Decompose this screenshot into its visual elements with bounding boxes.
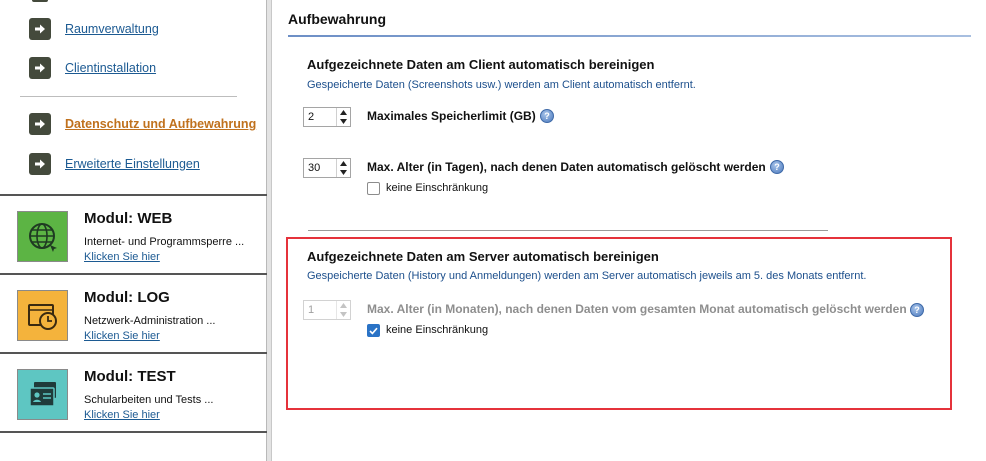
decrement-button[interactable] bbox=[337, 117, 350, 126]
server-no-limit-checkbox[interactable] bbox=[367, 324, 380, 337]
arrow-right-icon bbox=[29, 18, 51, 40]
sidebar-item-label[interactable]: Erweiterte Einstellungen bbox=[65, 157, 200, 171]
client-max-age-value[interactable]: 30 bbox=[304, 159, 336, 177]
title-underline bbox=[288, 35, 971, 37]
main-content: Aufbewahrung Aufgezeichnete Daten am Cli… bbox=[272, 0, 986, 461]
increment-button[interactable] bbox=[337, 301, 350, 310]
module-test: Modul: TEST Schularbeiten und Tests ... … bbox=[0, 354, 267, 428]
arrow-right-icon bbox=[29, 57, 51, 79]
arrow-right-icon bbox=[29, 153, 51, 175]
module-log: Modul: LOG Netzwerk-Administration ... K… bbox=[0, 275, 267, 349]
sidebar-item-datenschutz[interactable]: Datenschutz und Aufbewahrung bbox=[29, 113, 256, 135]
server-section-heading: Aufgezeichnete Daten am Server automatis… bbox=[307, 249, 659, 264]
module-description: Netzwerk-Administration ... bbox=[84, 315, 216, 327]
increment-button[interactable] bbox=[337, 159, 350, 168]
server-max-age-label: Max. Alter (in Monaten), nach denen Date… bbox=[367, 302, 907, 316]
module-title: Modul: TEST bbox=[84, 368, 176, 385]
help-icon[interactable]: ? bbox=[910, 303, 924, 317]
decrement-button[interactable] bbox=[337, 310, 350, 319]
storage-limit-label: Maximales Speicherlimit (GB) bbox=[367, 109, 536, 123]
nav-divider bbox=[20, 96, 237, 97]
module-title: Modul: WEB bbox=[84, 210, 173, 227]
storage-limit-value[interactable]: 2 bbox=[304, 108, 336, 126]
divider bbox=[0, 431, 267, 433]
help-icon[interactable]: ? bbox=[540, 109, 554, 123]
decrement-button[interactable] bbox=[337, 168, 350, 177]
sidebar-item-label[interactable]: Clientinstallation bbox=[65, 61, 156, 75]
module-title: Modul: LOG bbox=[84, 289, 170, 306]
sidebar: Raumverwaltung Clientinstallation Datens… bbox=[0, 0, 267, 461]
client-no-limit-label: keine Einschränkung bbox=[386, 182, 489, 194]
client-section-description: Gespeicherte Daten (Screenshots usw.) we… bbox=[307, 79, 696, 91]
page-title: Aufbewahrung bbox=[288, 11, 386, 27]
sidebar-item-clientinstallation[interactable]: Clientinstallation bbox=[29, 57, 156, 79]
id-card-icon bbox=[17, 369, 68, 420]
sidebar-item-erweiterte-einstellungen[interactable]: Erweiterte Einstellungen bbox=[29, 153, 200, 175]
sidebar-item-label[interactable]: Datenschutz und Aufbewahrung bbox=[65, 117, 256, 131]
module-description: Internet- und Programmsperre ... bbox=[84, 236, 245, 248]
module-link[interactable]: Klicken Sie hier bbox=[84, 330, 160, 342]
module-link[interactable]: Klicken Sie hier bbox=[84, 251, 160, 263]
client-section-heading: Aufgezeichnete Daten am Client automatis… bbox=[307, 57, 655, 72]
module-description: Schularbeiten und Tests ... bbox=[84, 394, 214, 406]
module-web: Modul: WEB Internet- und Programmsperre … bbox=[0, 196, 267, 270]
arrow-right-icon bbox=[29, 113, 51, 135]
server-section-description: Gespeicherte Daten (History und Anmeldun… bbox=[307, 270, 867, 282]
section-divider bbox=[308, 230, 828, 231]
increment-button[interactable] bbox=[337, 108, 350, 117]
checkmark-icon bbox=[369, 327, 378, 335]
client-max-age-label: Max. Alter (in Tagen), nach denen Daten … bbox=[367, 160, 766, 174]
clock-folder-icon bbox=[17, 290, 68, 341]
server-no-limit-label: keine Einschränkung bbox=[386, 324, 489, 336]
sidebar-item-label[interactable]: Raumverwaltung bbox=[65, 22, 159, 36]
help-icon[interactable]: ? bbox=[770, 160, 784, 174]
server-max-age-stepper[interactable]: 1 bbox=[303, 300, 351, 320]
globe-icon bbox=[17, 211, 68, 262]
module-link[interactable]: Klicken Sie hier bbox=[84, 409, 160, 421]
arrow-icon bbox=[32, 0, 48, 2]
client-no-limit-checkbox[interactable] bbox=[367, 182, 380, 195]
client-max-age-stepper[interactable]: 30 bbox=[303, 158, 351, 178]
server-max-age-value[interactable]: 1 bbox=[304, 301, 336, 319]
storage-limit-stepper[interactable]: 2 bbox=[303, 107, 351, 127]
sidebar-item-raumverwaltung[interactable]: Raumverwaltung bbox=[29, 18, 159, 40]
